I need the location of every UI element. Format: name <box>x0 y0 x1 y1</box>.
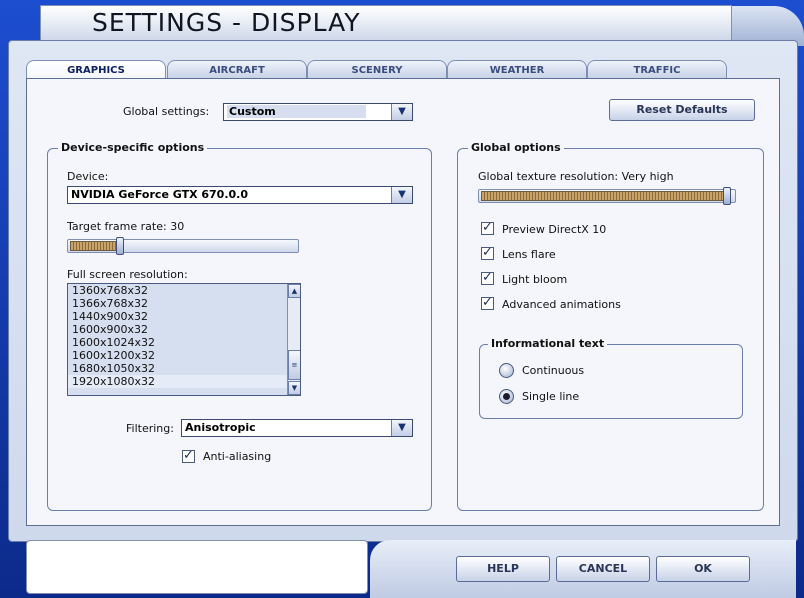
device-options-group: Device-specific options Device: NVIDIA G… <box>47 141 432 511</box>
anti-aliasing-checkbox[interactable]: ✓ <box>182 448 195 463</box>
filtering-label-text: Filtering: <box>126 422 174 435</box>
help-button[interactable]: HELP <box>456 556 550 582</box>
single-line-radio[interactable] <box>499 389 514 404</box>
informational-text-title: Informational text <box>488 337 608 350</box>
light-bloom-label: Light bloom <box>502 273 568 286</box>
advanced-animations-label: Advanced animations <box>502 298 621 311</box>
scroll-down-icon[interactable]: ▼ <box>288 381 300 395</box>
device-dropdown[interactable]: NVIDIA GeForce GTX 670.0.0 ▼ <box>67 186 413 204</box>
graphics-panel: Global settings: Custom ▼ Reset Defaults… <box>26 78 780 526</box>
tab-scenery[interactable]: SCENERY <box>307 60 447 79</box>
list-item[interactable]: 1440x900x32 <box>68 310 300 323</box>
checkmark-icon: ✓ <box>482 295 493 310</box>
list-item[interactable]: 1600x1024x32 <box>68 336 300 349</box>
message-area <box>26 540 368 594</box>
lens-flare-checkbox[interactable]: ✓ <box>481 245 494 260</box>
anti-aliasing-label: Anti-aliasing <box>203 450 272 463</box>
checkmark-icon: ✓ <box>482 220 493 235</box>
filtering-value: Anisotropic <box>185 421 256 434</box>
checkmark-icon: ✓ <box>482 245 493 260</box>
scroll-up-icon[interactable]: ▲ <box>288 284 300 298</box>
checkmark-icon: ✓ <box>183 448 194 463</box>
list-item[interactable]: 1366x768x32 <box>68 297 300 310</box>
list-item[interactable]: 1600x900x32 <box>68 323 300 336</box>
chevron-down-icon: ▼ <box>391 420 412 436</box>
frame-rate-label: Target frame rate: 30 <box>67 220 185 233</box>
filtering-label: Filtering: <box>126 422 174 435</box>
resolution-list[interactable]: 1360x768x32 1366x768x32 1440x900x32 1600… <box>67 283 301 396</box>
global-options-group: Global options Global texture resolution… <box>457 141 764 511</box>
light-bloom-checkbox[interactable]: ✓ <box>481 270 494 285</box>
frame-rate-slider[interactable] <box>67 237 299 255</box>
tab-traffic[interactable]: TRAFFIC <box>587 60 727 79</box>
lens-flare-label: Lens flare <box>502 248 556 261</box>
preview-directx10-checkbox[interactable]: ✓ <box>481 220 494 235</box>
global-settings-label: Global settings: <box>123 105 210 118</box>
resolution-label: Full screen resolution: <box>67 268 188 281</box>
tab-aircraft[interactable]: AIRCRAFT <box>167 60 307 79</box>
continuous-radio[interactable] <box>499 363 514 378</box>
global-settings-value: Custom <box>227 105 366 118</box>
texture-resolution-label: Global texture resolution: Very high <box>478 170 674 183</box>
radio-selected-icon <box>503 393 510 400</box>
global-options-title: Global options <box>468 141 564 154</box>
ok-button[interactable]: OK <box>656 556 750 582</box>
list-item[interactable]: 1680x1050x32 <box>68 362 300 375</box>
list-item[interactable]: 1360x768x32 <box>68 284 300 297</box>
informational-text-group: Informational text Continuous Single lin… <box>479 337 743 419</box>
resolution-scrollbar[interactable]: ▲ ≡ ▼ <box>287 284 300 395</box>
continuous-label: Continuous <box>522 364 585 377</box>
global-settings-dropdown[interactable]: Custom ▼ <box>223 103 413 121</box>
list-item[interactable]: 1600x1200x32 <box>68 349 300 362</box>
window-title: SETTINGS - DISPLAY <box>92 8 361 37</box>
advanced-animations-checkbox[interactable]: ✓ <box>481 295 494 310</box>
single-line-label: Single line <box>522 390 580 403</box>
cancel-button[interactable]: CANCEL <box>556 556 650 582</box>
chevron-down-icon: ▼ <box>391 104 412 120</box>
checkmark-icon: ✓ <box>482 270 493 285</box>
frame-rate-thumb[interactable] <box>116 237 124 255</box>
texture-resolution-slider[interactable] <box>478 187 736 205</box>
list-item-selected[interactable]: 1920x1080x32 <box>68 375 300 388</box>
preview-directx10-label: Preview DirectX 10 <box>502 223 607 236</box>
scroll-thumb[interactable]: ≡ <box>288 350 300 380</box>
filtering-dropdown[interactable]: Anisotropic ▼ <box>181 419 413 437</box>
device-value: NVIDIA GeForce GTX 670.0.0 <box>71 188 249 201</box>
chevron-down-icon: ▼ <box>391 187 412 203</box>
texture-resolution-thumb[interactable] <box>723 187 731 205</box>
texture-resolution-fill <box>481 191 727 201</box>
reset-defaults-button[interactable]: Reset Defaults <box>609 99 755 121</box>
tab-weather[interactable]: WEATHER <box>447 60 587 79</box>
frame-rate-fill <box>70 241 120 251</box>
device-label: Device: <box>67 170 109 183</box>
device-options-title: Device-specific options <box>58 141 208 154</box>
